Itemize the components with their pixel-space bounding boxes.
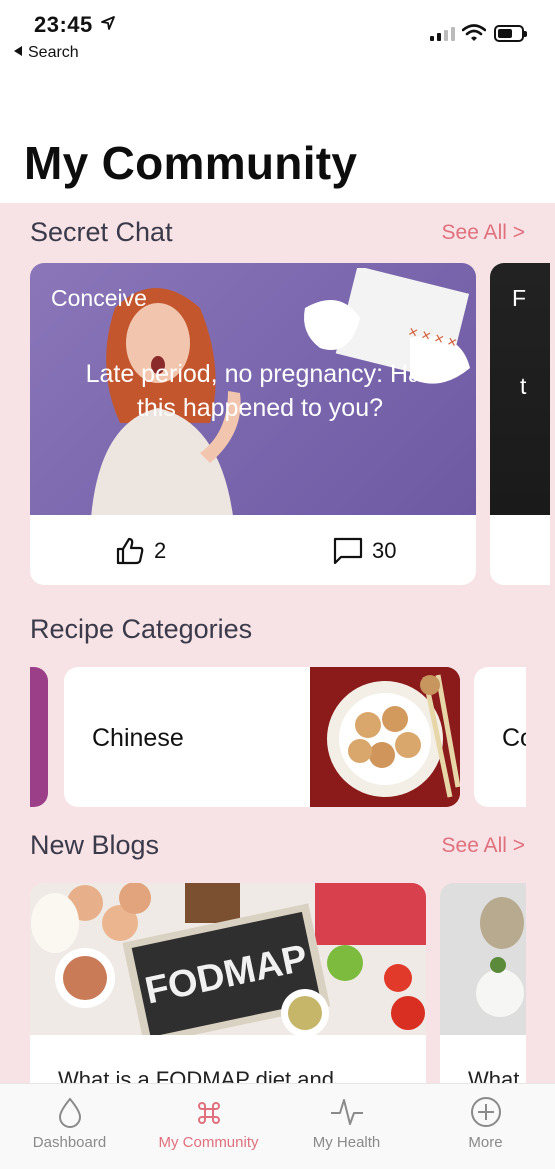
command-icon [197,1102,220,1124]
secret-chat-card[interactable]: ✕ ✕ ✕ ✕ Conceive Late period, no pregnan… [30,263,476,585]
blog-image-next [440,883,526,1035]
pulse-icon [330,1099,363,1125]
thumbs-up-icon [116,537,144,565]
chat-category-tag: Conceive [51,285,147,311]
back-to-search-link[interactable]: Search [14,44,79,62]
tab-more[interactable]: More [416,1084,555,1169]
status-time: 23:45 [34,12,93,37]
location-arrow-icon [101,16,115,30]
tab-my-community[interactable]: My Community [139,1084,278,1169]
secret-chat-see-all-link[interactable]: See All > [442,221,525,245]
back-label: Search [28,44,79,61]
secret-chat-image: ✕ ✕ ✕ ✕ Conceive Late period, no pregnan… [30,263,476,515]
page-title: My Community [24,137,358,189]
recipe-card-chinese[interactable]: Chinese [64,667,460,807]
tab-label: My Community [158,1134,259,1151]
fodmap-foods-image: FODMAP [30,883,426,1035]
dumplings-image [310,667,460,807]
tab-dashboard[interactable]: Dashboard [0,1084,139,1169]
status-bar: 23:45 Search [0,0,555,70]
plus-circle-icon [470,1097,501,1127]
blog-title-next: What [468,1067,520,1083]
comment-count: 30 [372,538,397,563]
blog-card-fodmap[interactable]: FODMAP What is a FODMAP diet and [30,883,426,1083]
chat-actions: 2 30 [30,515,476,585]
new-blogs-title: New Blogs [30,830,160,860]
recipe-card-prev[interactable] [30,667,48,807]
tab-label: Dashboard [32,1134,107,1151]
back-arrow-icon [14,46,22,56]
chat-headline: Late period, no pregnancy: Has this happ… [85,360,435,422]
comment-button[interactable]: 30 [332,535,396,567]
recipe-card-next[interactable]: Co [474,667,526,807]
chat-category-tag-next: F [512,285,527,311]
chat-headline-next: t [520,373,527,399]
battery-icon [494,25,527,42]
tab-bar: Dashboard My Community My Health More [0,1083,555,1169]
recipe-name: Chinese [92,724,184,752]
tab-label: More [468,1134,503,1151]
like-button[interactable]: 2 [114,535,166,567]
new-blogs-see-all-link[interactable]: See All > [442,834,525,858]
cellular-signal-icon [430,27,455,41]
blog-card-next[interactable]: What [440,883,526,1083]
recipe-categories-title: Recipe Categories [30,614,253,644]
blog-title: What is a FODMAP diet and [58,1067,334,1083]
community-content[interactable]: Secret Chat See All > ✕ ✕ ✕ ✕ Conceive L… [0,203,555,1083]
like-count: 2 [154,538,167,563]
comment-icon [333,537,363,565]
drop-icon [58,1097,81,1128]
wifi-icon [462,24,486,41]
tab-my-health[interactable]: My Health [277,1084,416,1169]
tab-label: My Health [312,1134,381,1151]
recipe-name-next: Co [502,724,526,752]
secret-chat-title: Secret Chat [30,217,173,247]
secret-chat-card-next[interactable]: F t [490,263,550,585]
